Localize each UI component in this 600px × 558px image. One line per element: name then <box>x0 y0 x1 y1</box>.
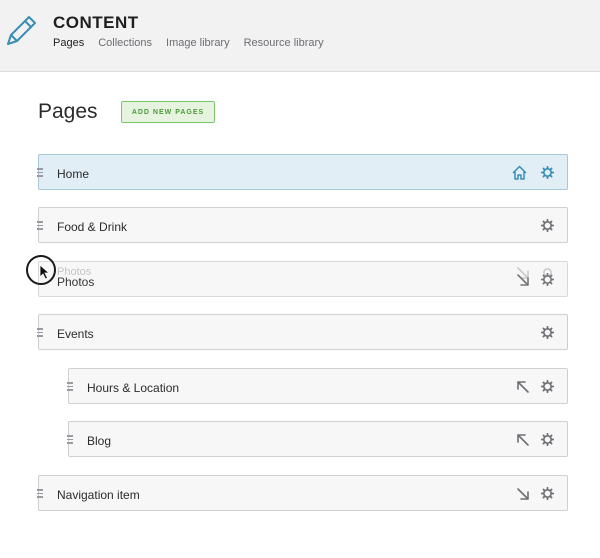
gear-icon[interactable] <box>541 326 554 339</box>
section-title: CONTENT <box>53 13 139 32</box>
page-row-label: Food & Drink <box>57 220 128 234</box>
nav-collections[interactable]: Collections <box>98 37 152 49</box>
content-nav: Pages Collections Image library Resource… <box>53 37 324 49</box>
page-row-label: Blog <box>87 434 112 448</box>
arrow-up-left-icon[interactable] <box>516 380 530 394</box>
pencil-icon <box>7 16 36 45</box>
drag-handle-icon[interactable] <box>67 435 75 445</box>
drag-handle-icon[interactable] <box>67 382 75 392</box>
gear-icon[interactable] <box>541 273 554 286</box>
page-row-label: Home <box>57 167 90 181</box>
page-row-hours-location[interactable]: Hours & Location <box>67 368 568 404</box>
gear-icon[interactable] <box>541 487 554 500</box>
nav-resource-library[interactable]: Resource library <box>244 37 324 49</box>
drag-handle-icon[interactable] <box>37 328 45 338</box>
mouse-cursor-icon <box>39 264 51 280</box>
page-row-navigation-item[interactable]: Navigation item <box>37 475 568 511</box>
content-header: CONTENT Pages Collections Image library … <box>0 0 600 72</box>
drag-handle-icon[interactable] <box>37 221 45 231</box>
drag-handle-icon[interactable] <box>37 489 45 499</box>
nav-pages[interactable]: Pages <box>53 37 84 49</box>
page-row-photos[interactable]: Photos Photos <box>38 261 568 297</box>
page-row-label: Events <box>57 327 94 341</box>
gear-icon[interactable] <box>541 380 554 393</box>
page-title: Pages <box>38 100 98 123</box>
gear-icon[interactable] <box>541 433 554 446</box>
nav-image-library[interactable]: Image library <box>166 37 230 49</box>
page-row-label: Navigation item <box>57 488 140 502</box>
page-row-events[interactable]: Events <box>37 314 568 350</box>
page-row-label: Hours & Location <box>87 381 180 395</box>
drag-handle-icon[interactable] <box>37 168 45 178</box>
arrow-down-right-icon[interactable] <box>516 487 530 501</box>
arrow-up-left-icon[interactable] <box>516 433 530 447</box>
home-icon[interactable] <box>511 164 528 181</box>
gear-icon[interactable] <box>541 166 554 179</box>
page-row-label: Photos <box>57 275 95 289</box>
add-new-pages-button[interactable]: ADD NEW PAGES <box>121 101 215 123</box>
arrow-down-right-icon[interactable] <box>516 273 530 287</box>
page-row-home[interactable]: Home <box>37 154 568 190</box>
gear-icon[interactable] <box>541 219 554 232</box>
page-row-food-drink[interactable]: Food & Drink <box>37 207 568 243</box>
page-row-blog[interactable]: Blog <box>67 421 568 457</box>
